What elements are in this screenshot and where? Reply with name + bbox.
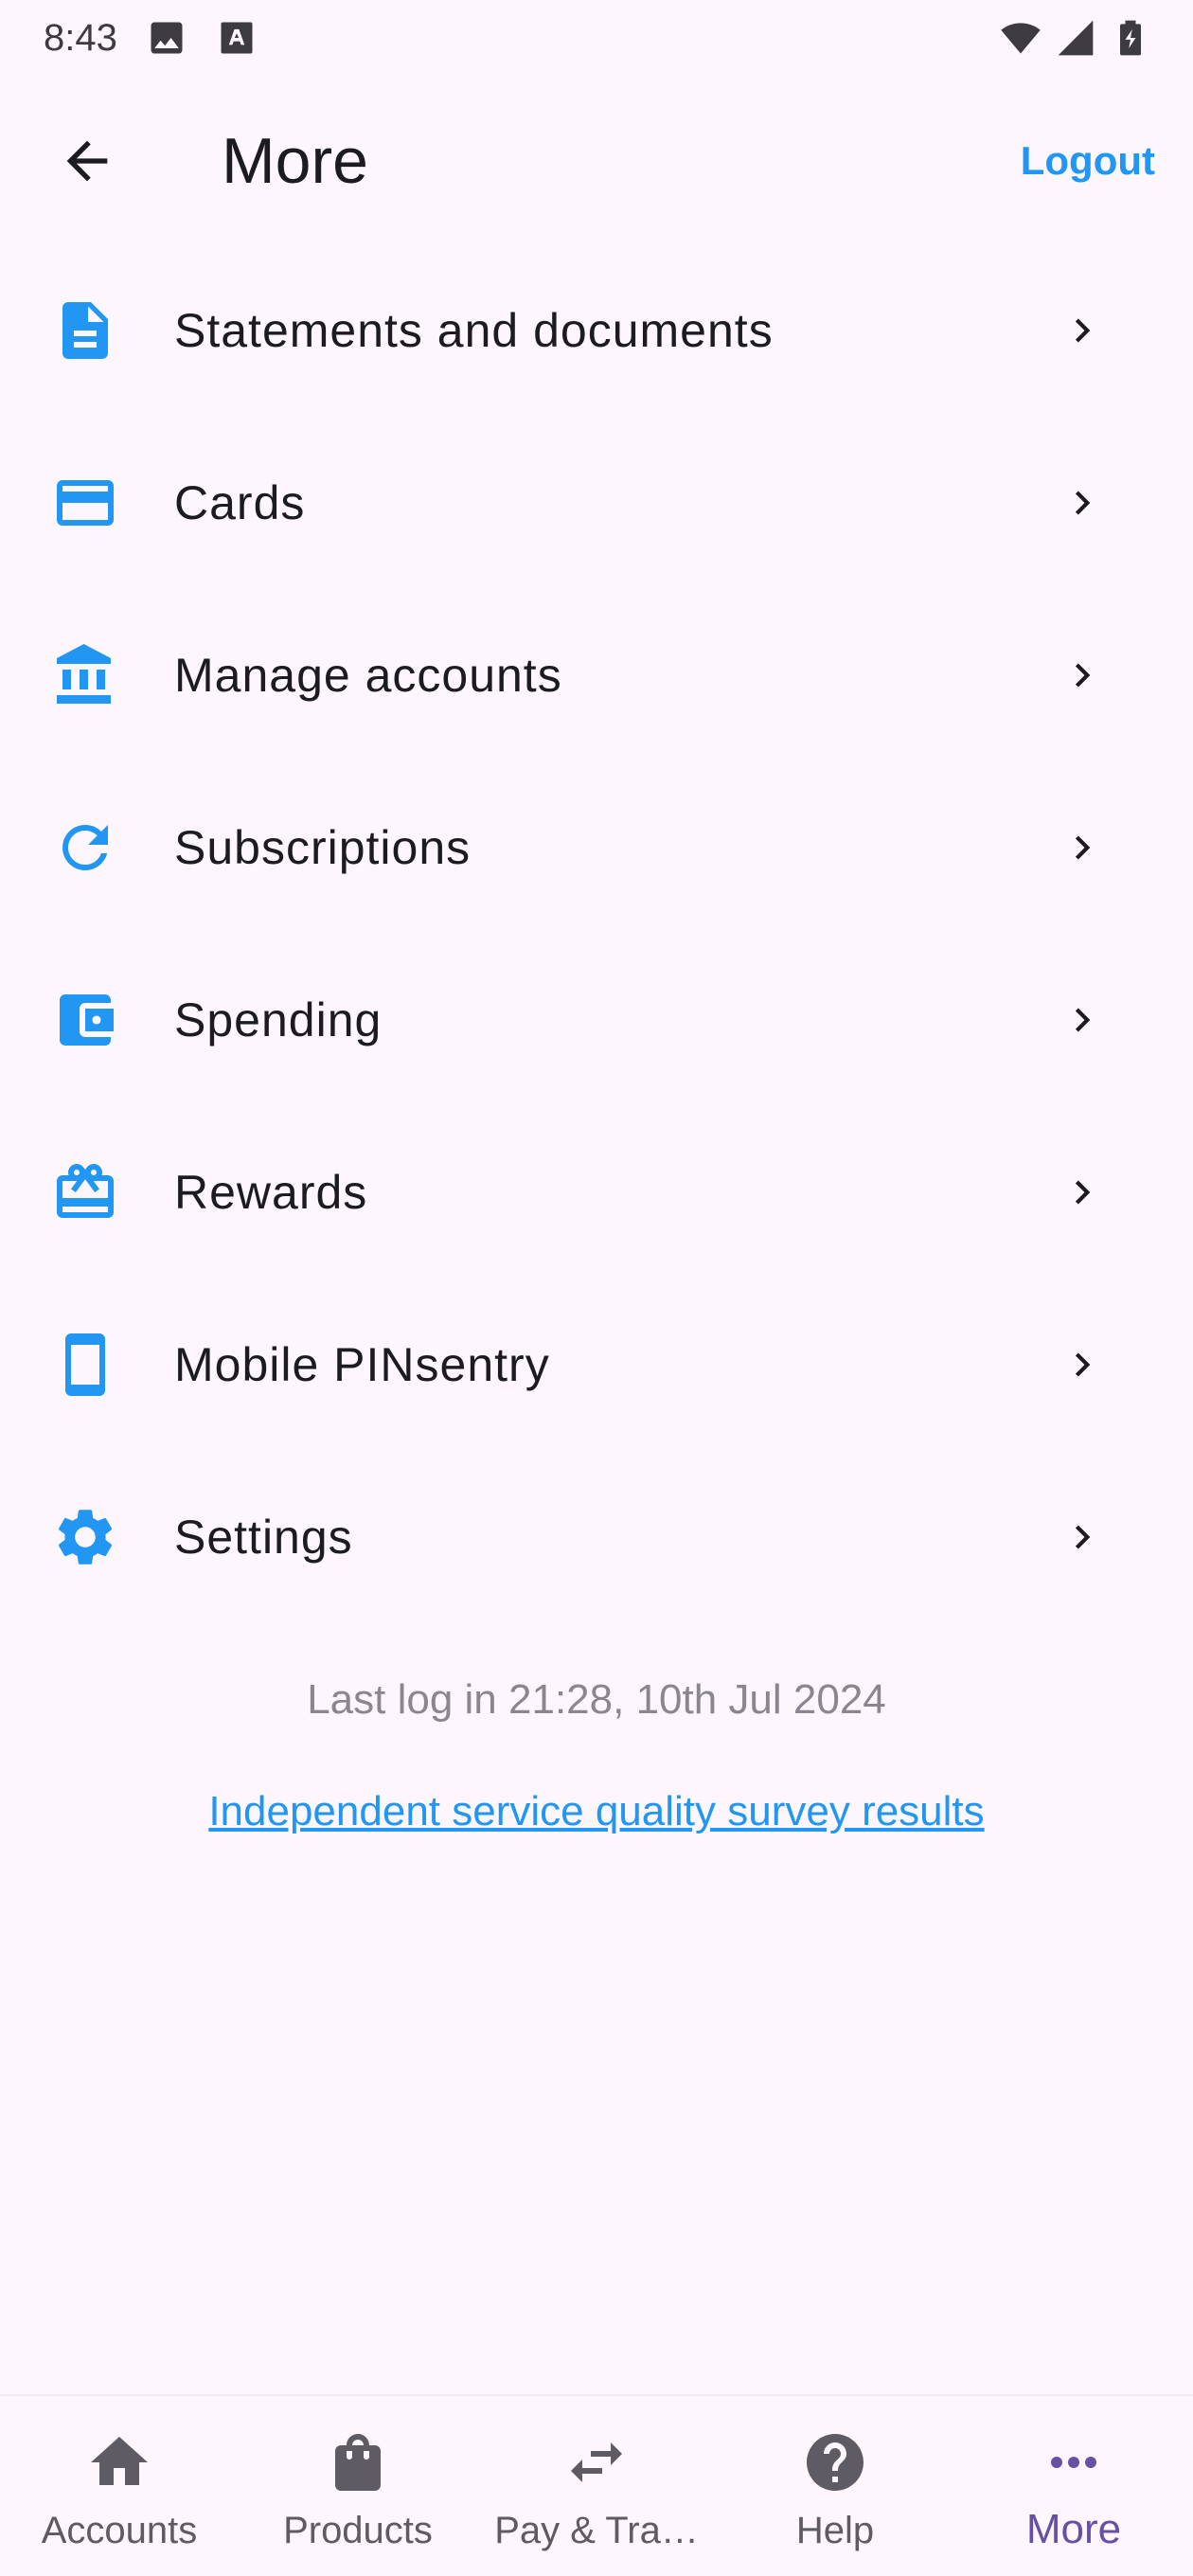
nav-item-accounts[interactable]: Accounts <box>0 2396 239 2576</box>
status-right <box>1000 17 1151 59</box>
menu-item-label: Spending <box>174 993 383 1046</box>
menu-item-label: Settings <box>174 1511 353 1564</box>
chevron-right-icon <box>1059 996 1106 1044</box>
keyboard-notification-icon <box>216 17 258 59</box>
menu-item-subscriptions[interactable]: Subscriptions <box>0 761 1193 934</box>
more-menu-list: Statements and documents Cards Manage ac… <box>0 244 1193 1623</box>
refresh-icon <box>51 814 119 882</box>
wifi-icon <box>1000 17 1042 59</box>
cellular-signal-icon <box>1055 17 1096 59</box>
menu-item-manage-accounts[interactable]: Manage accounts <box>0 589 1193 761</box>
gift-card-icon <box>51 1158 119 1226</box>
nav-item-help[interactable]: Help <box>716 2396 954 2576</box>
shopping-bag-icon <box>324 2428 392 2496</box>
menu-item-settings[interactable]: Settings <box>0 1451 1193 1623</box>
wallet-icon <box>51 986 119 1054</box>
chevron-right-icon <box>1059 479 1106 527</box>
gear-icon <box>51 1503 119 1571</box>
bank-icon <box>51 641 119 709</box>
menu-item-rewards[interactable]: Rewards <box>0 1106 1193 1279</box>
menu-item-label: Statements and documents <box>174 304 774 357</box>
nav-label: More <box>1025 2506 1122 2552</box>
menu-item-label: Subscriptions <box>174 821 472 874</box>
more-dots-icon <box>1040 2428 1108 2496</box>
nav-item-more[interactable]: More <box>954 2396 1193 2576</box>
survey-results-link[interactable]: Independent service quality survey resul… <box>0 1788 1193 1835</box>
bottom-navigation: Accounts Products Pay & Tra… Help More <box>0 2394 1193 2576</box>
menu-item-statements[interactable]: Statements and documents <box>0 244 1193 417</box>
status-left: 8:43 <box>44 17 258 60</box>
chevron-right-icon <box>1059 1341 1106 1388</box>
nav-label: Pay & Tra… <box>494 2510 699 2551</box>
chevron-right-icon <box>1059 652 1106 699</box>
page-title: More <box>222 125 368 197</box>
nav-item-pay-transfer[interactable]: Pay & Tra… <box>477 2396 716 2576</box>
menu-item-spending[interactable]: Spending <box>0 934 1193 1106</box>
credit-card-icon <box>51 469 119 537</box>
nav-label: Help <box>795 2510 875 2551</box>
menu-item-label: Cards <box>174 476 306 529</box>
transfer-icon <box>562 2428 631 2496</box>
menu-item-cards[interactable]: Cards <box>0 417 1193 589</box>
last-login-text: Last log in 21:28, 10th Jul 2024 <box>307 1676 886 1723</box>
more-screen: 8:43 More Logout Statements and document… <box>0 0 1193 2576</box>
help-icon <box>801 2428 869 2496</box>
menu-item-label: Manage accounts <box>174 649 562 702</box>
phone-icon <box>51 1331 119 1399</box>
image-notification-icon <box>146 17 187 59</box>
nav-label: Accounts <box>41 2510 198 2551</box>
chevron-right-icon <box>1059 307 1106 354</box>
menu-item-mobile-pinsentry[interactable]: Mobile PINsentry <box>0 1279 1193 1451</box>
app-bar: More Logout <box>0 95 1193 227</box>
nav-label: Products <box>283 2510 433 2551</box>
chevron-right-icon <box>1059 824 1106 871</box>
status-bar: 8:43 <box>0 0 1193 76</box>
arrow-back-icon <box>66 140 108 182</box>
battery-icon <box>1110 17 1151 59</box>
chevron-right-icon <box>1059 1513 1106 1561</box>
back-button[interactable] <box>40 121 134 201</box>
nav-item-products[interactable]: Products <box>239 2396 477 2576</box>
home-icon <box>85 2428 153 2496</box>
menu-item-label: Mobile PINsentry <box>174 1338 550 1391</box>
document-icon <box>51 296 119 365</box>
menu-item-label: Rewards <box>174 1166 368 1219</box>
status-time: 8:43 <box>44 16 117 59</box>
logout-button[interactable]: Logout <box>1021 95 1155 227</box>
chevron-right-icon <box>1059 1169 1106 1216</box>
